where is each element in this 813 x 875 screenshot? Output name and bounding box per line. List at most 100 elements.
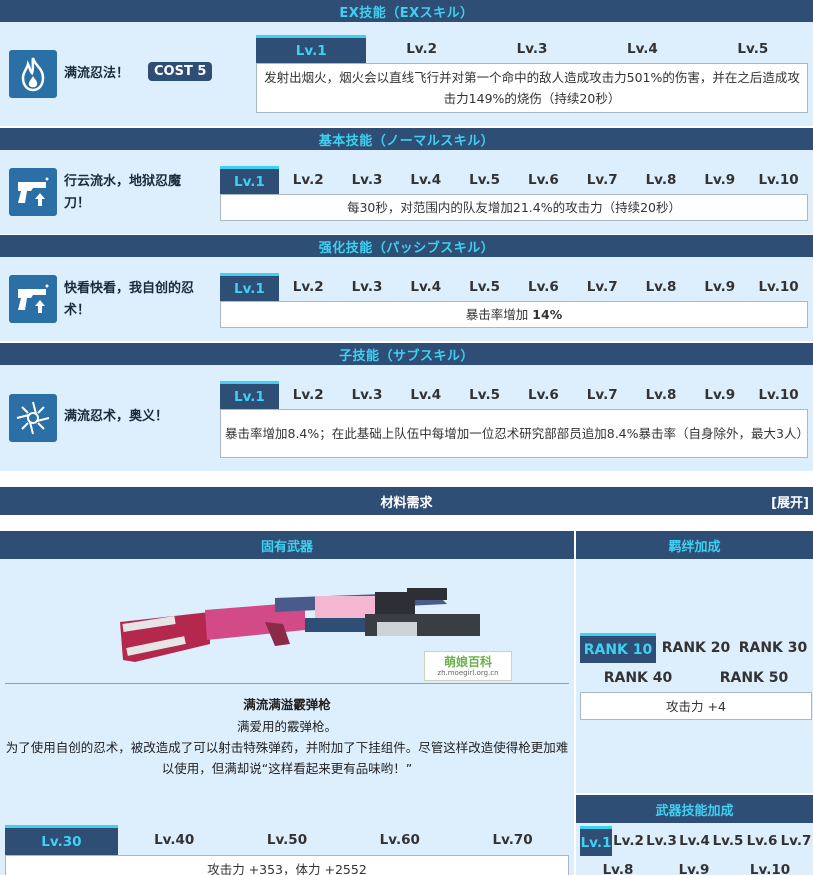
tab-sub-lv4[interactable]: Lv.4	[396, 381, 455, 409]
tab-wskill-lv7[interactable]: Lv.7	[779, 826, 813, 856]
tab-passive-lv4[interactable]: Lv.4	[396, 273, 455, 301]
tab-wskill-lv3[interactable]: Lv.3	[645, 826, 678, 856]
tab-sub-lv3[interactable]: Lv.3	[338, 381, 397, 409]
tab-sub-lv8[interactable]: Lv.8	[632, 381, 691, 409]
tab-weapon-lv40[interactable]: Lv.40	[118, 825, 231, 855]
tab-normal-lv3[interactable]: Lv.3	[338, 166, 397, 194]
weapon-description: 为了使用自创的忍术，被改造成了可以射击特殊弹药，并附加了下挂组件。尽管这样改造使…	[5, 740, 569, 776]
tab-wskill-lv2[interactable]: Lv.2	[612, 826, 645, 856]
tab-ex-lv3[interactable]: Lv.3	[477, 35, 587, 63]
watermark-text: 萌娘百科	[443, 654, 492, 669]
tab-passive-lv8[interactable]: Lv.8	[632, 273, 691, 301]
tab-sub-lv2[interactable]: Lv.2	[279, 381, 338, 409]
weapon-divider	[5, 683, 569, 684]
tab-normal-lv9[interactable]: Lv.9	[690, 166, 749, 194]
tab-sub-lv6[interactable]: Lv.6	[514, 381, 573, 409]
tab-wskill-lv1[interactable]: Lv.1	[580, 826, 612, 856]
tab-wskill-lv9[interactable]: Lv.9	[656, 856, 732, 875]
passive-skill-panel: 快看快看，我自创的忍术！ Lv.1 Lv.2 Lv.3 Lv.4 Lv.5 Lv…	[0, 257, 813, 341]
tab-rank-30[interactable]: RANK 30	[736, 634, 810, 662]
tab-wskill-lv4[interactable]: Lv.4	[678, 826, 711, 856]
ex-skill-header: EX技能（EXスキル）	[0, 0, 813, 22]
passive-level-tabs: Lv.1 Lv.2 Lv.3 Lv.4 Lv.5 Lv.6 Lv.7 Lv.8 …	[220, 273, 808, 301]
materials-title: 材料需求	[380, 495, 433, 511]
weapon-level-tabs: Lv.30 Lv.40 Lv.50 Lv.60 Lv.70	[5, 825, 569, 855]
sub-skill-name: 满流忍术，奥义！	[64, 409, 169, 424]
pistol-buff-icon	[9, 168, 57, 216]
tab-normal-lv10[interactable]: Lv.10	[749, 166, 808, 194]
tab-rank-40[interactable]: RANK 40	[600, 664, 676, 692]
materials-bar: 材料需求 [展开]	[0, 487, 813, 515]
sub-skill-header: 子技能（サブスキル）	[0, 343, 813, 365]
weapon-skill-level-tabs: Lv.1 Lv.2 Lv.3 Lv.4 Lv.5 Lv.6 Lv.7 Lv.8 …	[580, 826, 813, 875]
tab-ex-lv2[interactable]: Lv.2	[366, 35, 476, 63]
tab-passive-lv6[interactable]: Lv.6	[514, 273, 573, 301]
section-divider	[0, 471, 813, 487]
bond-header: 羁绊加成	[576, 531, 813, 559]
tab-sub-lv9[interactable]: Lv.9	[690, 381, 749, 409]
tab-passive-lv7[interactable]: Lv.7	[573, 273, 632, 301]
tab-wskill-lv10[interactable]: Lv.10	[732, 856, 808, 875]
pistol-buff-icon	[9, 275, 57, 323]
passive-skill-description: 暴击率增加 14%	[220, 301, 808, 328]
tab-rank-50[interactable]: RANK 50	[716, 664, 792, 692]
tab-normal-lv1[interactable]: Lv.1	[220, 166, 279, 194]
weapon-stat: 攻击力 +353，体力 +2552	[5, 855, 569, 875]
ex-skill-description: 发射出烟火，烟火会以直线飞行并对第一个命中的敌人造成攻击力501%的伤害，并在之…	[256, 63, 808, 113]
cost-badge: COST 5	[148, 62, 213, 81]
normal-skill-name: 行云流水，地狱忍魔刀！	[64, 174, 182, 211]
tab-passive-lv3[interactable]: Lv.3	[338, 273, 397, 301]
normal-skill-panel: 行云流水，地狱忍魔刀！ Lv.1 Lv.2 Lv.3 Lv.4 Lv.5 Lv.…	[0, 150, 813, 234]
tab-ex-lv4[interactable]: Lv.4	[587, 35, 697, 63]
bond-stat: 攻击力 +4	[580, 692, 812, 720]
flame-icon	[9, 50, 57, 98]
tab-normal-lv6[interactable]: Lv.6	[514, 166, 573, 194]
tab-passive-lv10[interactable]: Lv.10	[749, 273, 808, 301]
normal-skill-description: 每30秒，对范围内的队友增加21.4%的攻击力（持续20秒）	[220, 194, 808, 221]
ex-level-tabs: Lv.1 Lv.2 Lv.3 Lv.4 Lv.5	[256, 35, 808, 63]
tab-sub-lv1[interactable]: Lv.1	[220, 381, 279, 409]
tab-passive-lv1[interactable]: Lv.1	[220, 273, 279, 301]
tab-weapon-lv30[interactable]: Lv.30	[5, 825, 118, 855]
ex-skill-name: 满流忍法！	[64, 66, 130, 81]
materials-gap	[0, 515, 813, 531]
weapon-name: 满流满溢霰弹枪	[243, 697, 331, 712]
tab-normal-lv5[interactable]: Lv.5	[455, 166, 514, 194]
tab-weapon-lv60[interactable]: Lv.60	[343, 825, 456, 855]
tab-rank-20[interactable]: RANK 20	[660, 634, 732, 662]
tab-normal-lv8[interactable]: Lv.8	[632, 166, 691, 194]
shuriken-icon	[9, 394, 57, 442]
tab-wskill-lv6[interactable]: Lv.6	[745, 826, 779, 856]
sub-level-tabs: Lv.1 Lv.2 Lv.3 Lv.4 Lv.5 Lv.6 Lv.7 Lv.8 …	[220, 381, 808, 409]
tab-ex-lv1[interactable]: Lv.1	[256, 35, 367, 63]
ex-skill-panel: 满流忍法！ COST 5 Lv.1 Lv.2 Lv.3 Lv.4 Lv.5 发射…	[0, 22, 813, 126]
tab-sub-lv7[interactable]: Lv.7	[573, 381, 632, 409]
tab-passive-lv2[interactable]: Lv.2	[279, 273, 338, 301]
watermark-url: zh.moegirl.org.cn	[437, 668, 499, 677]
sub-skill-panel: 满流忍术，奥义！ Lv.1 Lv.2 Lv.3 Lv.4 Lv.5 Lv.6 L…	[0, 365, 813, 471]
tab-passive-lv9[interactable]: Lv.9	[690, 273, 749, 301]
weapon-skill-header: 武器技能加成	[576, 795, 813, 823]
tab-sub-lv5[interactable]: Lv.5	[455, 381, 514, 409]
expand-button[interactable]: [展开]	[771, 487, 809, 515]
sub-skill-description: 暴击率增加8.4%；在此基础上队伍中每增加一位忍术研究部部员追加8.4%暴击率（…	[220, 409, 809, 458]
tab-rank-10[interactable]: RANK 10	[580, 633, 656, 663]
watermark-logo: 萌娘百科 zh.moegirl.org.cn	[424, 651, 512, 681]
tab-ex-lv5[interactable]: Lv.5	[698, 35, 808, 63]
normal-level-tabs: Lv.1 Lv.2 Lv.3 Lv.4 Lv.5 Lv.6 Lv.7 Lv.8 …	[220, 166, 808, 194]
passive-skill-header: 强化技能（パッシブスキル）	[0, 235, 813, 257]
tab-wskill-lv8[interactable]: Lv.8	[580, 856, 656, 875]
weapon-subtitle: 满爱用的霰弹枪。	[236, 719, 337, 734]
passive-skill-name: 快看快看，我自创的忍术！	[64, 281, 195, 318]
tab-wskill-lv5[interactable]: Lv.5	[711, 826, 745, 856]
tab-weapon-lv70[interactable]: Lv.70	[456, 825, 569, 855]
tab-normal-lv7[interactable]: Lv.7	[573, 166, 632, 194]
tab-weapon-lv50[interactable]: Lv.50	[231, 825, 344, 855]
tab-normal-lv2[interactable]: Lv.2	[279, 166, 338, 194]
tab-sub-lv10[interactable]: Lv.10	[749, 381, 808, 409]
normal-skill-header: 基本技能（ノーマルスキル）	[0, 128, 813, 150]
passive-desc-value: 14%	[532, 307, 563, 322]
weapon-header: 固有武器	[0, 531, 574, 559]
tab-normal-lv4[interactable]: Lv.4	[396, 166, 455, 194]
tab-passive-lv5[interactable]: Lv.5	[455, 273, 514, 301]
